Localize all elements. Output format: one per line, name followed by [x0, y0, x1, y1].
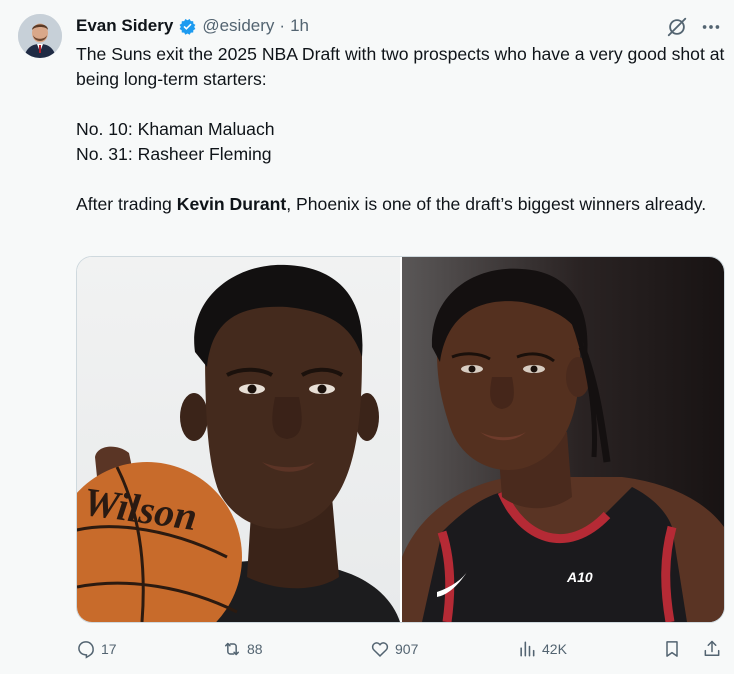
bookmark-button[interactable] — [662, 634, 682, 664]
like-count: 907 — [395, 641, 419, 657]
tweet-line: After trading Kevin Durant, Phoenix is o… — [76, 192, 728, 217]
action-bar: 17 88 907 42K — [76, 634, 728, 664]
player-portrait-photo: A10 — [402, 268, 724, 622]
repost-button[interactable]: 88 — [222, 634, 263, 664]
share-icon — [704, 640, 720, 656]
tweet-card[interactable]: Evan Sidery @esidery · 1h The Suns exit … — [0, 0, 734, 674]
more-options-icon[interactable] — [699, 15, 723, 39]
reply-button[interactable]: 17 — [76, 634, 117, 664]
jersey-logo-text: A10 — [566, 569, 593, 585]
author-name[interactable]: Evan Sidery — [76, 16, 173, 36]
views-chart-icon — [520, 641, 535, 657]
tweet-line: The Suns exit the 2025 NBA Draft with tw… — [76, 44, 725, 89]
author-handle[interactable]: @esidery — [202, 16, 274, 36]
text-span: , Phoenix is one of the draft’s biggest … — [286, 194, 707, 214]
tweet-header: Evan Sidery @esidery · 1h — [76, 13, 309, 39]
player-portrait-photo: Wilson — [77, 264, 400, 622]
tweet-line: No. 31: Rasheer Fleming — [76, 144, 272, 164]
grok-icon[interactable] — [666, 16, 688, 38]
verified-badge-icon — [178, 17, 197, 36]
like-button[interactable]: 907 — [370, 634, 418, 664]
heart-icon — [371, 642, 389, 657]
media-grid[interactable]: Wilson A10 — [76, 256, 725, 623]
separator-dot: · — [279, 16, 286, 35]
text-span: After trading — [76, 194, 177, 214]
bold-mention: Kevin Durant — [176, 194, 287, 214]
views-button[interactable]: 42K — [517, 634, 567, 664]
avatar[interactable] — [18, 14, 62, 58]
repost-icon — [225, 642, 239, 656]
avatar-image — [18, 14, 62, 58]
timestamp[interactable]: 1h — [290, 16, 309, 36]
reply-icon — [78, 641, 94, 659]
share-button[interactable] — [702, 634, 722, 664]
left-photo[interactable]: Wilson — [77, 257, 400, 622]
views-count: 42K — [542, 641, 567, 657]
right-photo[interactable]: A10 — [402, 257, 724, 622]
repost-count: 88 — [247, 641, 263, 657]
bookmark-icon — [666, 641, 678, 657]
reply-count: 17 — [101, 641, 117, 657]
tweet-text: The Suns exit the 2025 NBA Draft with tw… — [76, 42, 728, 217]
tweet-line: No. 10: Khaman Maluach — [76, 119, 275, 139]
